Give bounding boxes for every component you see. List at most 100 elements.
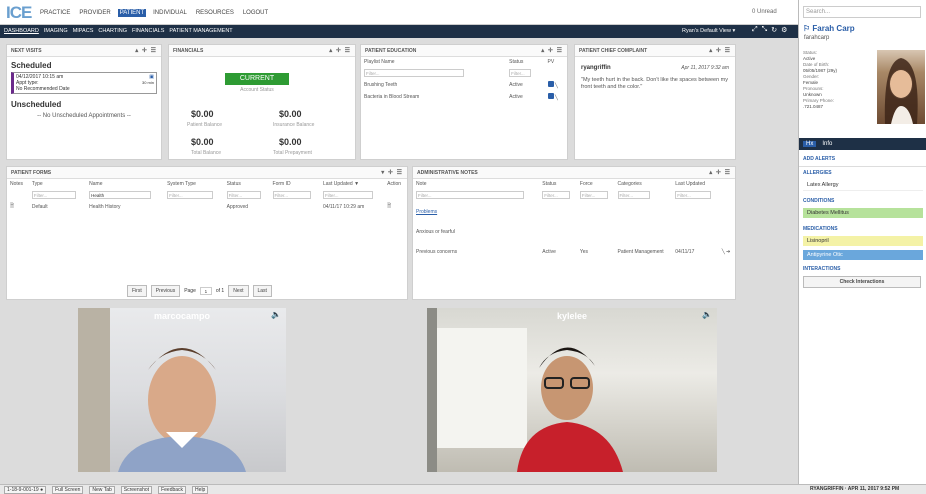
sub-nav-item-patient-management[interactable]: Patient Management [169, 28, 232, 34]
last-updated-filter[interactable]: Filter... [322, 191, 373, 199]
unread-counter[interactable]: 0 Unread [752, 9, 777, 15]
financials-panel: Financials ▴ ✛ ☰ CURRENT Account Status $… [168, 44, 356, 160]
status-filter[interactable]: Filter... [226, 191, 261, 199]
patient-search-input[interactable]: Search... [803, 6, 921, 18]
add-alerts-link[interactable]: ADD ALERTS [803, 156, 835, 162]
top-nav-item-individual[interactable]: Individual [151, 9, 189, 17]
form-name[interactable]: Health History [86, 201, 164, 213]
status-filter[interactable]: Filter... [542, 191, 571, 199]
column-header[interactable]: Playlist Name [361, 57, 506, 67]
note-text[interactable]: Problems [416, 209, 437, 215]
edit-icon[interactable]: ╲ [555, 83, 558, 89]
status-filter[interactable]: Filter... [509, 69, 532, 77]
force-filter[interactable]: Filter... [579, 191, 608, 199]
system-type-filter[interactable]: Filter... [167, 191, 214, 199]
table-row[interactable]: Previous concerns Active Yes Patient Man… [413, 237, 735, 257]
column-header[interactable]: Action [384, 179, 407, 189]
appointment-card[interactable]: 04/12/2017 10:15 am Appt type: No Recomm… [11, 72, 157, 94]
table-row[interactable]: 🗎 Default Health History Approved 04/11/… [7, 201, 407, 213]
column-header[interactable]: Force [577, 179, 615, 189]
column-header[interactable]: Last Updated [672, 179, 719, 189]
table-row[interactable]: Problems [413, 201, 735, 217]
bottom-bar-item[interactable]: Help [192, 486, 209, 494]
checkbox[interactable] [547, 81, 554, 87]
column-header[interactable]: Categories [615, 179, 673, 189]
first-page-button[interactable]: First [127, 285, 147, 297]
panel-controls[interactable]: ▴ ✛ ☰ [135, 47, 157, 54]
document-icon[interactable]: 🗎 [10, 203, 14, 209]
panel-controls[interactable]: ▾ ✛ ☰ [381, 169, 403, 176]
name-filter[interactable]: Health [89, 191, 152, 199]
column-header[interactable]: System Type [164, 179, 224, 189]
page-count: of 1 [215, 288, 225, 294]
view-selector[interactable]: Ryan's Default View ▾ [682, 28, 735, 34]
panel-controls[interactable]: ▴ ✛ ☰ [709, 169, 731, 176]
column-header[interactable]: Status [224, 179, 270, 189]
bottom-bar-item[interactable]: Screenshot [120, 486, 153, 494]
bottom-bar-item[interactable]: Full Screen [52, 486, 84, 494]
checkbox[interactable] [547, 93, 554, 99]
video-feed-right[interactable]: kylelee 🔈 [427, 308, 717, 472]
note-filter[interactable]: Filter... [416, 191, 524, 199]
column-header[interactable]: Name [86, 179, 164, 189]
allergy-item[interactable]: Latex Allergy [803, 180, 923, 191]
condition-item[interactable]: Diabetes Mellitus [803, 208, 923, 218]
panel-controls[interactable]: ▴ ✛ ☰ [541, 47, 563, 54]
print-icon[interactable]: 🗎 [387, 203, 391, 209]
type-filter[interactable]: Filter... [31, 191, 76, 199]
medication-item[interactable]: Antipyrine Otic [803, 250, 923, 260]
sub-nav-item-charting[interactable]: Charting [98, 28, 127, 34]
sub-nav-item-financials[interactable]: Financials [132, 28, 164, 34]
collapse-icon[interactable]: ⤡ [762, 26, 768, 34]
top-nav-item-patient[interactable]: Patient [117, 9, 147, 17]
categories-filter[interactable]: Filter... [617, 191, 650, 199]
sub-nav-item-mipacs[interactable]: MIPACS [73, 28, 94, 34]
column-header[interactable]: Note [413, 179, 539, 189]
expand-icon[interactable]: ⤢ [752, 26, 758, 34]
column-header[interactable]: PV [545, 57, 567, 67]
tab-hx[interactable]: Hx [803, 141, 817, 147]
bottom-bar-item[interactable]: New Tab [89, 486, 115, 494]
tab-info[interactable]: Info [822, 141, 832, 147]
column-header[interactable]: Notes [7, 179, 29, 189]
app-logo[interactable]: ICE [6, 3, 32, 23]
sub-nav-item-imaging[interactable]: Imaging [44, 28, 68, 34]
medication-item[interactable]: Lisinopril [803, 236, 923, 246]
column-header[interactable]: Form ID [270, 179, 320, 189]
edit-icon[interactable]: ╲ [722, 249, 725, 255]
table-row[interactable]: Anxious or fearful [413, 217, 735, 237]
arrow-right-icon[interactable]: ➔ [726, 249, 730, 255]
playlist-name[interactable]: Brushing Teeth [361, 79, 506, 91]
last-updated-filter[interactable]: Filter... [675, 191, 712, 199]
table-row[interactable]: Brushing Teeth Active ╲ [361, 79, 567, 91]
column-header[interactable]: Status [506, 57, 544, 67]
form-id-filter[interactable]: Filter... [272, 191, 311, 199]
patient-name[interactable]: ⚐ Farah Carp [803, 24, 855, 33]
check-interactions-button[interactable]: Check Interactions [803, 276, 921, 288]
playlist-filter[interactable]: Filter... [364, 69, 464, 77]
column-header[interactable]: Type [29, 179, 86, 189]
sub-nav-item-dashboard[interactable]: Dashboard [4, 28, 39, 34]
top-nav-item-practice[interactable]: Practice [38, 9, 72, 17]
refresh-icon[interactable]: ↻ [771, 26, 777, 34]
playlist-name[interactable]: Bacteria in Blood Stream [361, 91, 506, 103]
panel-controls[interactable]: ▴ ✛ ☰ [329, 47, 351, 54]
panel-controls[interactable]: ▴ ✛ ☰ [709, 47, 731, 54]
speaker-icon[interactable]: 🔈 [702, 310, 712, 319]
top-nav-item-resources[interactable]: Resources [194, 9, 236, 17]
bottom-bar-item[interactable]: 1-18-9-001-19 ● [4, 486, 47, 494]
gear-icon[interactable]: ⚙ [781, 26, 787, 34]
column-header[interactable]: Last Updated ▼ [320, 179, 384, 189]
table-row[interactable]: Bacteria in Blood Stream Active ╲ [361, 91, 567, 103]
page-input[interactable]: 1 [199, 287, 212, 295]
last-page-button[interactable]: Last [252, 285, 272, 297]
next-page-button[interactable]: Next [228, 285, 249, 297]
video-feed-left[interactable]: marcocampo 🔈 [78, 308, 286, 472]
column-header[interactable]: Status [539, 179, 577, 189]
bottom-bar-item[interactable]: Feedback [158, 486, 187, 494]
top-nav-item-logout[interactable]: Logout [241, 9, 270, 17]
speaker-icon[interactable]: 🔈 [271, 310, 281, 319]
previous-page-button[interactable]: Previous [150, 285, 181, 297]
edit-icon[interactable]: ╲ [555, 95, 558, 101]
top-nav-item-provider[interactable]: Provider [77, 9, 112, 17]
